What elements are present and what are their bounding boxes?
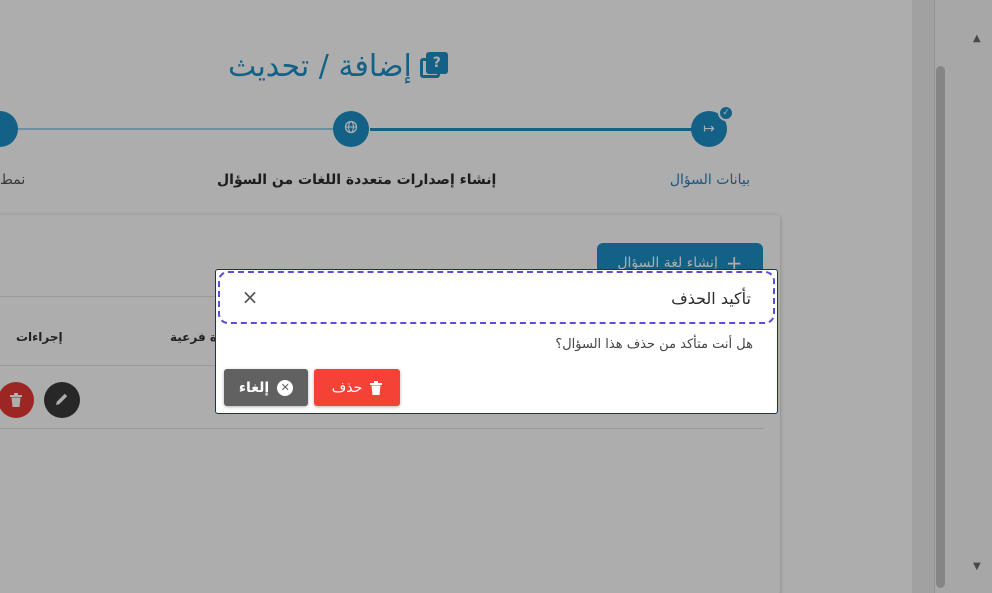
- circle-x-icon: ✕: [277, 379, 294, 396]
- delete-confirmation-dialog: تأكيد الحذف × هل أنت متأكد من حذف هذا ال…: [215, 269, 778, 414]
- app-root: ▲ ▼ إضافة / تحديث ? ↦ ✓ بيانات السؤال إن…: [0, 0, 992, 593]
- dialog-message: هل أنت متأكد من حذف هذا السؤال؟: [555, 337, 753, 352]
- dialog-header: تأكيد الحذف ×: [218, 271, 775, 324]
- close-icon[interactable]: ×: [240, 287, 260, 307]
- delete-button[interactable]: حذف: [314, 369, 400, 406]
- delete-button-label: حذف: [331, 379, 363, 396]
- dialog-title: تأكيد الحذف: [671, 289, 751, 308]
- cancel-button[interactable]: إلغاء ✕: [224, 369, 308, 406]
- cancel-button-label: إلغاء: [238, 379, 270, 396]
- trash-icon: [370, 380, 383, 395]
